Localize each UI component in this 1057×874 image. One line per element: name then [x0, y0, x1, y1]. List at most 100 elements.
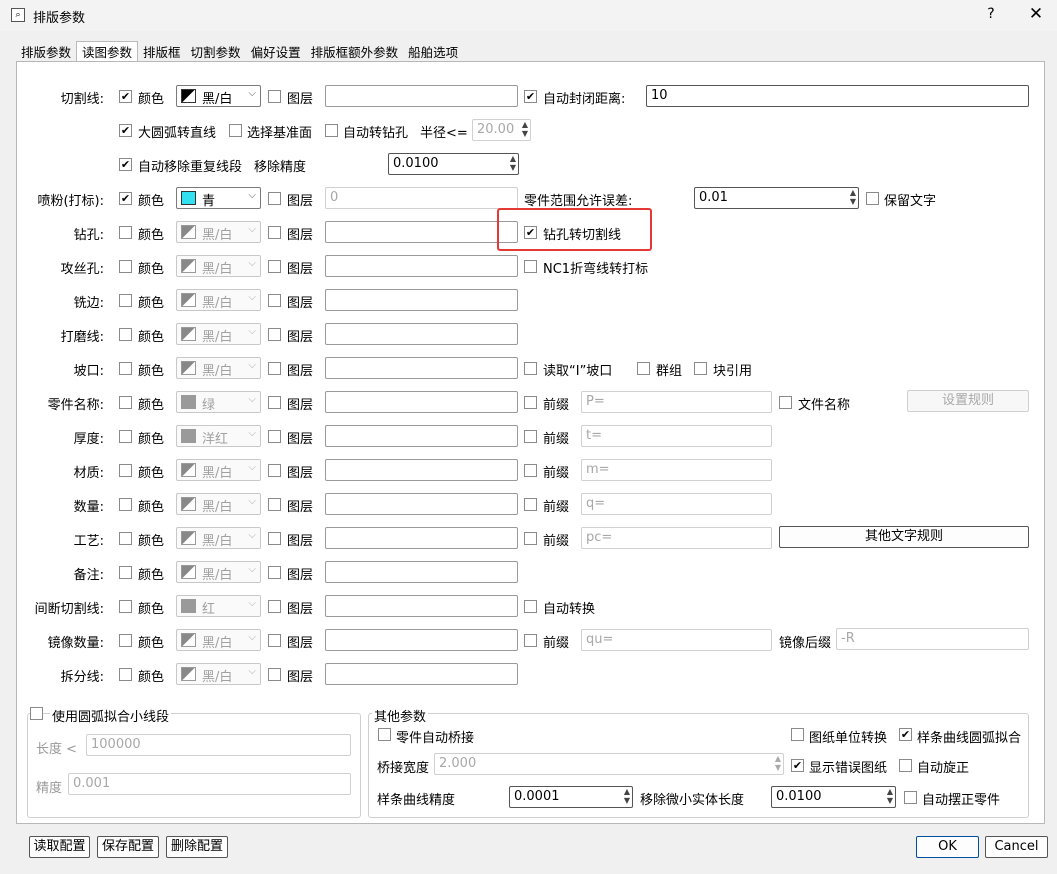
color-combo[interactable]: 黑/白 ⌵ [176, 663, 261, 685]
color-checkbox[interactable] [119, 668, 132, 681]
auto-rotate-checkbox[interactable] [899, 759, 912, 772]
color-combo[interactable]: 黑/白 ⌵ [176, 493, 261, 515]
layer-input[interactable] [325, 425, 518, 447]
mirror-suffix-input[interactable]: -R [836, 628, 1029, 650]
layer-input[interactable] [325, 459, 518, 481]
prefix-checkbox[interactable] [524, 532, 537, 545]
prefix-input[interactable]: m= [581, 459, 772, 481]
nc1-checkbox[interactable] [524, 260, 537, 273]
layer-input[interactable] [325, 561, 518, 583]
layer-checkbox[interactable] [268, 362, 281, 375]
auto-drill-checkbox[interactable] [325, 124, 338, 137]
layer-input[interactable] [325, 629, 518, 651]
read-config-button[interactable]: 读取配置 [29, 836, 90, 858]
block-ref-checkbox[interactable] [694, 362, 707, 375]
layer-checkbox[interactable] [268, 294, 281, 307]
layer-checkbox[interactable] [268, 634, 281, 647]
color-checkbox[interactable] [119, 396, 132, 409]
tab-layout-params[interactable]: 排版参数 [16, 42, 76, 63]
layer-input[interactable] [325, 289, 518, 311]
delete-config-button[interactable]: 删除配置 [166, 836, 228, 858]
layer-input[interactable] [325, 221, 518, 243]
color-checkbox[interactable] [119, 532, 132, 545]
cancel-button[interactable]: Cancel [985, 836, 1048, 858]
layer-checkbox[interactable] [268, 566, 281, 579]
layer-input[interactable] [325, 493, 518, 515]
tab-preferences[interactable]: 偏好设置 [246, 42, 306, 63]
spin-arrows-icon[interactable]: ▲ ▼ [624, 787, 630, 805]
color-checkbox[interactable] [119, 566, 132, 579]
auto-bridge-checkbox[interactable] [378, 728, 391, 741]
color-checkbox[interactable] [119, 260, 132, 273]
layer-checkbox[interactable] [268, 396, 281, 409]
read-i-bevel-checkbox[interactable] [524, 362, 537, 375]
layer-input[interactable] [325, 255, 518, 277]
layer-input[interactable] [325, 357, 518, 379]
keep-text-checkbox[interactable] [866, 192, 879, 205]
tab-layout-frame[interactable]: 排版框 [138, 42, 186, 63]
tab-ship-options[interactable]: 船舶选项 [403, 42, 463, 63]
color-combo[interactable]: 黑/白 ⌵ [176, 289, 261, 311]
ok-button[interactable]: OK [916, 836, 979, 858]
layer-input[interactable] [325, 323, 518, 345]
color-combo[interactable]: 黑/白 ⌵ [176, 85, 261, 107]
spline-fit-checkbox[interactable]: ✔ [899, 728, 912, 741]
spin-arrows-icon[interactable]: ▲ ▼ [522, 120, 528, 138]
color-combo[interactable]: 黑/白 ⌵ [176, 629, 261, 651]
prefix-input[interactable]: qu= [581, 629, 772, 651]
layer-checkbox[interactable] [268, 328, 281, 341]
group-checkbox[interactable] [637, 362, 650, 375]
color-checkbox[interactable] [119, 430, 132, 443]
layer-checkbox[interactable] [268, 498, 281, 511]
unit-convert-checkbox[interactable] [791, 728, 804, 741]
layer-checkbox[interactable] [268, 430, 281, 443]
layer-input[interactable] [325, 85, 518, 107]
select-base-checkbox[interactable] [229, 124, 242, 137]
color-combo[interactable]: 黑/白 ⌵ [176, 459, 261, 481]
remove-small-input[interactable]: 0.0100 ▲ ▼ [771, 786, 896, 808]
layer-checkbox[interactable] [268, 192, 281, 205]
show-error-checkbox[interactable]: ✔ [791, 759, 804, 772]
color-combo[interactable]: 黑/白 ⌵ [176, 255, 261, 277]
color-combo[interactable]: 青 ⌵ [176, 187, 261, 209]
bridge-width-input[interactable]: 2.000 ▲ ▼ [434, 753, 784, 775]
color-checkbox[interactable] [119, 498, 132, 511]
precision-input[interactable]: 0.001 [68, 773, 351, 795]
spline-precision-input[interactable]: 0.0001 ▲ ▼ [509, 786, 633, 808]
remove-precision-input[interactable]: 0.0100 ▲ ▼ [388, 153, 519, 175]
length-input[interactable]: 100000 [86, 734, 351, 756]
layer-checkbox[interactable] [268, 226, 281, 239]
color-combo[interactable]: 红 ⌵ [176, 595, 261, 617]
tab-cut-params[interactable]: 切割参数 [186, 42, 246, 63]
color-checkbox[interactable] [119, 226, 132, 239]
color-combo[interactable]: 黑/白 ⌵ [176, 527, 261, 549]
color-combo[interactable]: 黑/白 ⌵ [176, 357, 261, 379]
spin-arrows-icon[interactable]: ▲ ▼ [510, 154, 516, 172]
auto-place-checkbox[interactable] [904, 791, 917, 804]
layer-checkbox[interactable] [268, 90, 281, 103]
save-config-button[interactable]: 保存配置 [97, 836, 159, 858]
color-checkbox[interactable]: ✔ [119, 192, 132, 205]
help-button[interactable]: ? [983, 6, 999, 22]
spin-arrows-icon[interactable]: ▲ ▼ [887, 787, 893, 805]
color-combo[interactable]: 黑/白 ⌵ [176, 323, 261, 345]
layer-input[interactable]: 0 [325, 187, 518, 209]
prefix-checkbox[interactable] [524, 634, 537, 647]
remove-dup-checkbox[interactable]: ✔ [119, 158, 132, 171]
layer-checkbox[interactable] [268, 532, 281, 545]
prefix-checkbox[interactable] [524, 430, 537, 443]
color-checkbox[interactable] [119, 362, 132, 375]
color-checkbox[interactable] [119, 464, 132, 477]
color-checkbox[interactable] [119, 600, 132, 613]
arc-to-line-checkbox[interactable]: ✔ [119, 124, 132, 137]
prefix-checkbox[interactable] [524, 498, 537, 511]
layer-input[interactable] [325, 527, 518, 549]
other-text-rules-button[interactable]: 其他文字规则 [779, 526, 1029, 548]
layer-input[interactable] [325, 595, 518, 617]
layer-checkbox[interactable] [268, 260, 281, 273]
auto-convert-checkbox[interactable] [524, 600, 537, 613]
color-combo[interactable]: 洋红 ⌵ [176, 425, 261, 447]
layer-input[interactable] [325, 663, 518, 685]
layer-input[interactable] [325, 391, 518, 413]
color-checkbox[interactable] [119, 294, 132, 307]
